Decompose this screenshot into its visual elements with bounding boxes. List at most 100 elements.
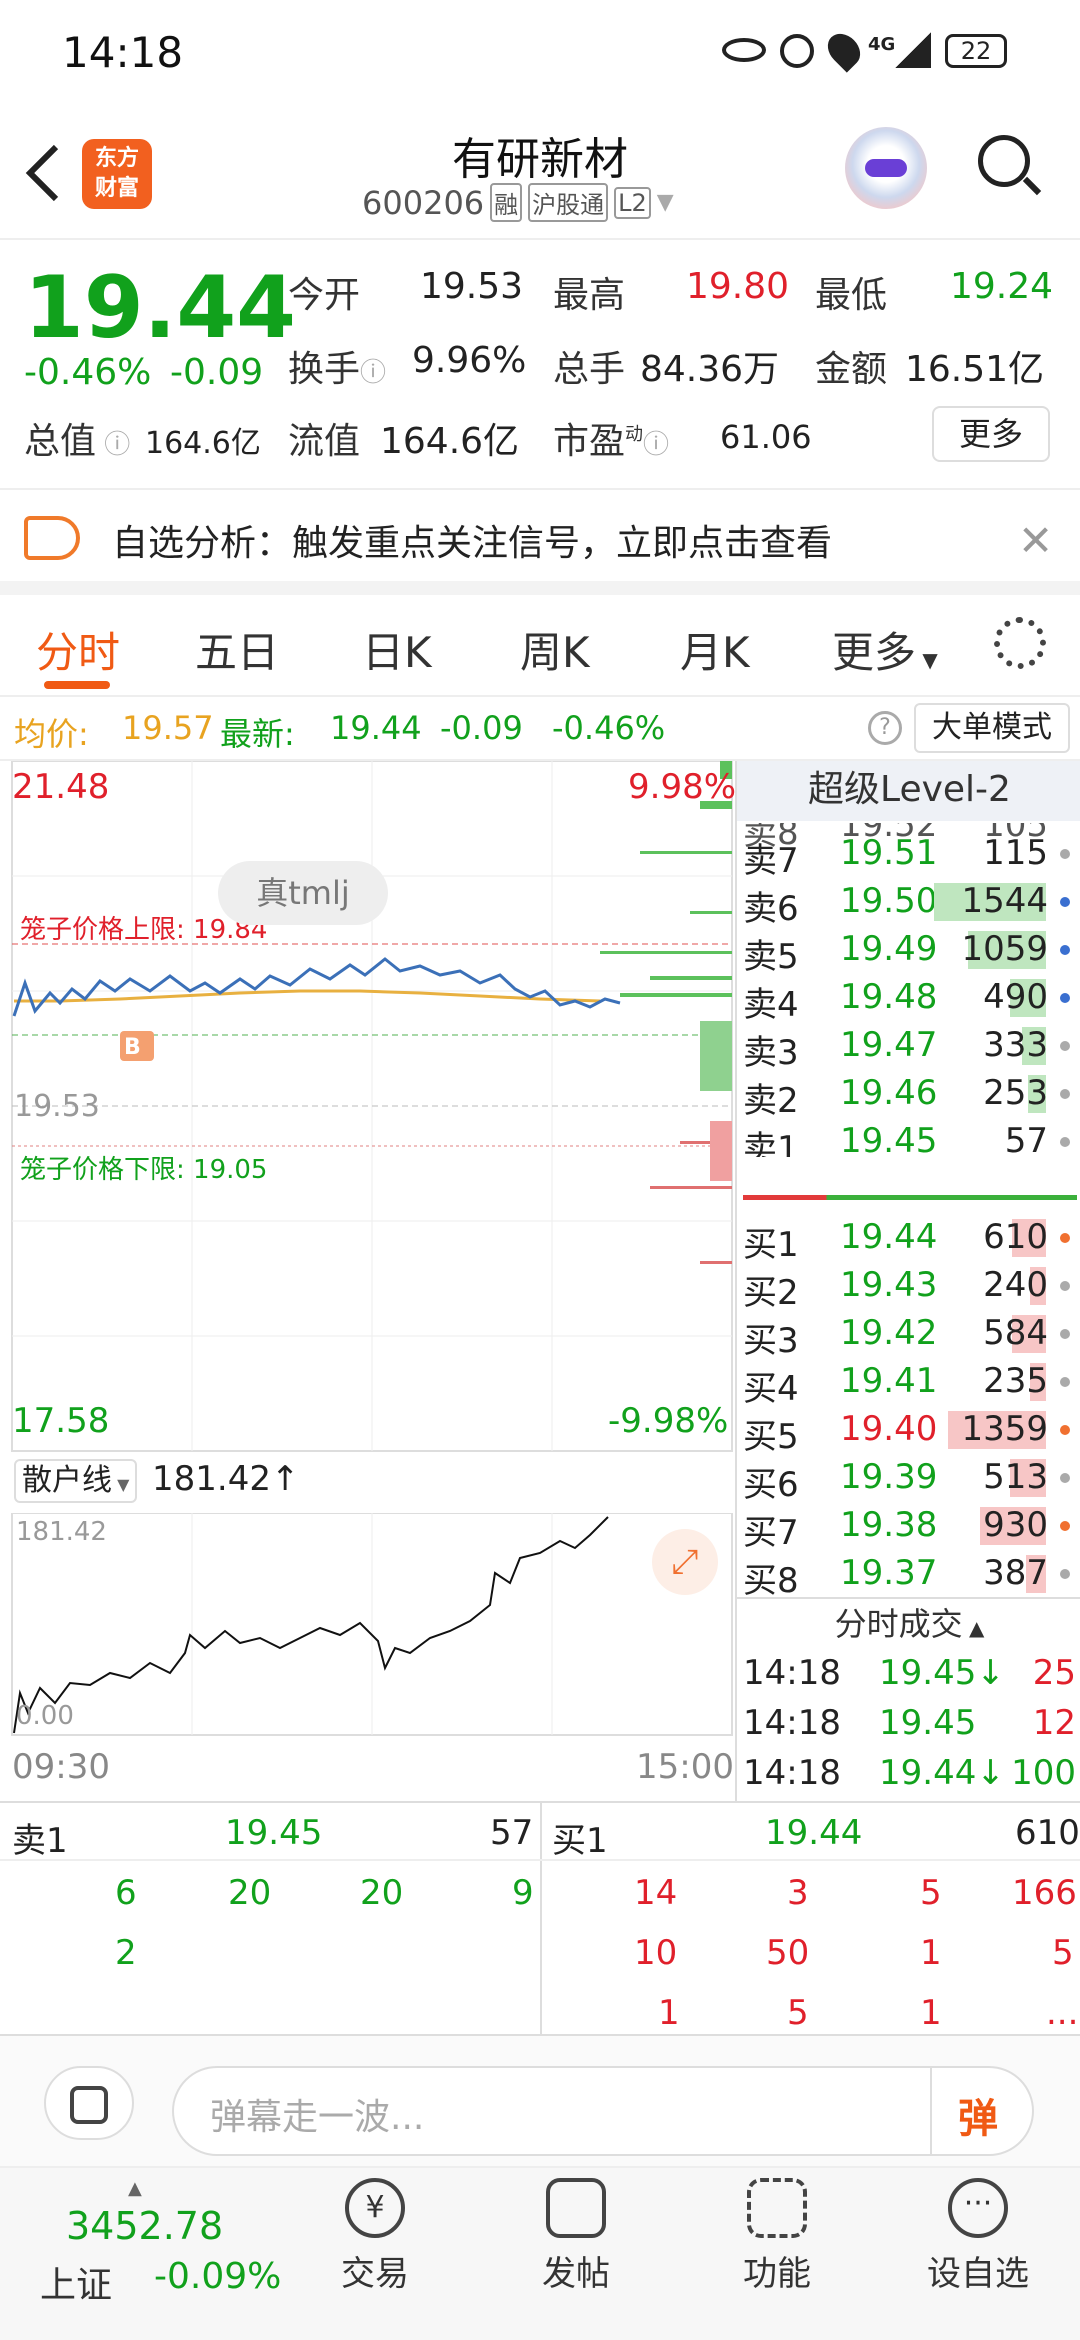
tab-monthly-k[interactable]: 月K: [680, 619, 750, 680]
ticks-title[interactable]: 分时成交 ▲: [737, 1597, 1080, 1649]
index-pct: -0.09%: [154, 2256, 282, 2297]
pmin-label: -9.98%: [608, 1401, 729, 1441]
sell-list: 卖8 19.52 105 卖7 19.51 115 卖6 19.50 1544 卖5 19.4…: [737, 823, 1080, 1157]
low-label: 最低: [815, 275, 888, 316]
total-cap: 164.6亿: [145, 426, 261, 461]
battery-icon: 22: [945, 34, 1007, 68]
tab-weekly-k[interactable]: 周K: [520, 619, 590, 680]
orderbook-row: 卖3 19.47 333: [737, 1021, 1080, 1073]
notice-text: 自选分析：触发重点关注信号，立即点击查看: [112, 523, 833, 564]
queue-buy-price: 19.44: [765, 1813, 863, 1853]
open-value: 19.53: [420, 266, 524, 307]
nav-trade[interactable]: ¥ 交易: [305, 2178, 445, 2295]
ref-price-label: 19.53: [14, 1089, 100, 1124]
change-pct: -0.46%: [24, 352, 152, 393]
time-end-label: 15:00: [636, 1747, 734, 1787]
danmaku-placeholder: 弹幕走一波...: [210, 2097, 425, 2138]
tab-more[interactable]: 更多 ▼: [832, 619, 938, 680]
tag-l2: L2: [614, 186, 651, 219]
chart-tabs: 分时 五日 日K 周K 月K 更多 ▼: [0, 595, 1080, 697]
volume-depth-bars: [600, 761, 732, 1264]
tag-margin: 融: [490, 183, 523, 222]
sub-indicator-value: 181.42↑: [152, 1459, 300, 1499]
index-name: 上证: [40, 2265, 113, 2306]
time-start-label: 09:30: [12, 1747, 110, 1787]
danmaku-toggle-button[interactable]: [930, 2066, 932, 2156]
caret-down-icon[interactable]: ▼: [657, 190, 674, 215]
turnover-value: 9.96%: [412, 340, 527, 381]
expand-icon[interactable]: ⤢: [652, 1529, 718, 1595]
queue-divider: [540, 1803, 542, 2036]
avg-label: 均价:: [14, 715, 89, 753]
more-button[interactable]: 更多: [932, 406, 1050, 462]
orderbook-row: 买3 19.42 584: [737, 1309, 1080, 1361]
level2-orderbook: 超级Level-2 卖8 19.52 105 卖7 19.51 115 卖6 19.50 1…: [735, 761, 1080, 1801]
info-icon[interactable]: ⓘ: [360, 358, 386, 388]
buy-marker: B: [124, 1035, 141, 1060]
speaker-icon: [24, 516, 80, 560]
alarm-icon: [780, 34, 814, 68]
danmaku-button[interactable]: 弹: [958, 2086, 998, 2144]
trade-yen-icon: ¥: [345, 2178, 405, 2238]
amount-label: 金额: [815, 349, 888, 390]
queue-buy-label: 买1: [552, 1821, 608, 1861]
intraday-chart[interactable]: 21.48 9.98% 17.58 -9.98% 19.53 笼子价格上限: 1…: [0, 761, 737, 1801]
robot-avatar-icon[interactable]: [845, 127, 927, 209]
queue-cell: 1: [920, 1993, 942, 2033]
orderbook-row: 卖6 19.50 1544: [737, 877, 1080, 929]
tick-row: 14:18 19.45↓ 25: [743, 1653, 1076, 1693]
orderbook-row: 卖1 19.45 57: [737, 1117, 1080, 1157]
quote-panel: 19.44 -0.46% -0.09 总值 ⓘ 164.6亿 今开 19.53 …: [0, 240, 1080, 490]
nav-post[interactable]: 发帖: [506, 2178, 646, 2295]
float-label: 流值: [288, 421, 361, 462]
orderbook-row: 卖2 19.46 253: [737, 1069, 1080, 1121]
float-value: 164.6亿: [380, 421, 520, 462]
help-icon[interactable]: ?: [868, 711, 902, 745]
orderbook-row: 买6 19.39 513: [737, 1453, 1080, 1505]
orderbook-row: 卖7 19.51 115: [737, 829, 1080, 881]
large-order-mode-button[interactable]: 大单模式: [914, 703, 1070, 753]
stock-code-line: 600206 融 沪股通 L2 ▼: [362, 183, 674, 222]
tick-row: 14:18 19.44↓ 100: [743, 1753, 1076, 1793]
level2-title[interactable]: 超级Level-2: [737, 761, 1080, 821]
queue-cell: 6: [115, 1873, 137, 1913]
notice-bar[interactable]: 自选分析：触发重点关注信号，立即点击查看 ✕: [0, 490, 1080, 595]
queue-cell: 50: [766, 1933, 810, 1973]
bottom-nav: ▲ 3452.78 上证 -0.09% ¥ 交易 发帖 功能 ··· 设自选: [0, 2166, 1080, 2340]
status-time: 14:18: [62, 28, 184, 77]
index-quote[interactable]: ▲ 3452.78 上证 -0.09%: [30, 2178, 290, 2328]
low-value: 19.24: [950, 266, 1054, 307]
danmaku-input[interactable]: 弹幕走一波... 弹: [172, 2066, 1034, 2156]
last-label: 最新:: [220, 715, 295, 753]
last-price: 19.44: [24, 258, 297, 358]
tab-five-day[interactable]: 五日: [195, 619, 279, 680]
sub-chart-svg: [11, 1513, 733, 1736]
queue-cell: 20: [360, 1873, 404, 1913]
post-edit-icon: [546, 2178, 606, 2238]
queue-cell: ...: [1046, 1993, 1079, 2033]
queue-cell: 5: [787, 1993, 809, 2033]
nav-add-favorite[interactable]: ··· 设自选: [908, 2178, 1048, 2295]
close-icon[interactable]: ✕: [1018, 516, 1053, 565]
search-icon[interactable]: [978, 135, 1042, 197]
pmax-label: 9.98%: [628, 767, 737, 807]
open-label: 今开: [288, 275, 361, 316]
index-value: 3452.78: [66, 2204, 224, 2248]
settings-gear-icon[interactable]: [994, 617, 1046, 669]
queue-sell-price: 19.45: [225, 1813, 323, 1853]
info-icon[interactable]: ⓘ: [643, 430, 669, 460]
nav-functions[interactable]: 功能: [707, 2178, 847, 2295]
queue-cell: 10: [634, 1933, 678, 1973]
retail-line: [13, 1516, 609, 1734]
sub-indicator-select[interactable]: 散户线 ▼: [14, 1459, 138, 1503]
tab-daily-k[interactable]: 日K: [362, 619, 432, 680]
comment-settings-icon[interactable]: [44, 2066, 134, 2140]
queue-header-line: [0, 1859, 1080, 1861]
info-icon[interactable]: ⓘ: [96, 430, 130, 460]
comment-bar: 弹幕走一波... 弹: [0, 2036, 1080, 2166]
queue-cell: 14: [634, 1873, 678, 1913]
volume-label: 总手: [553, 349, 626, 390]
pe-label: 市盈动ⓘ: [553, 421, 670, 462]
stock-code: 600206: [362, 183, 485, 222]
tab-intraday[interactable]: 分时: [36, 619, 120, 680]
